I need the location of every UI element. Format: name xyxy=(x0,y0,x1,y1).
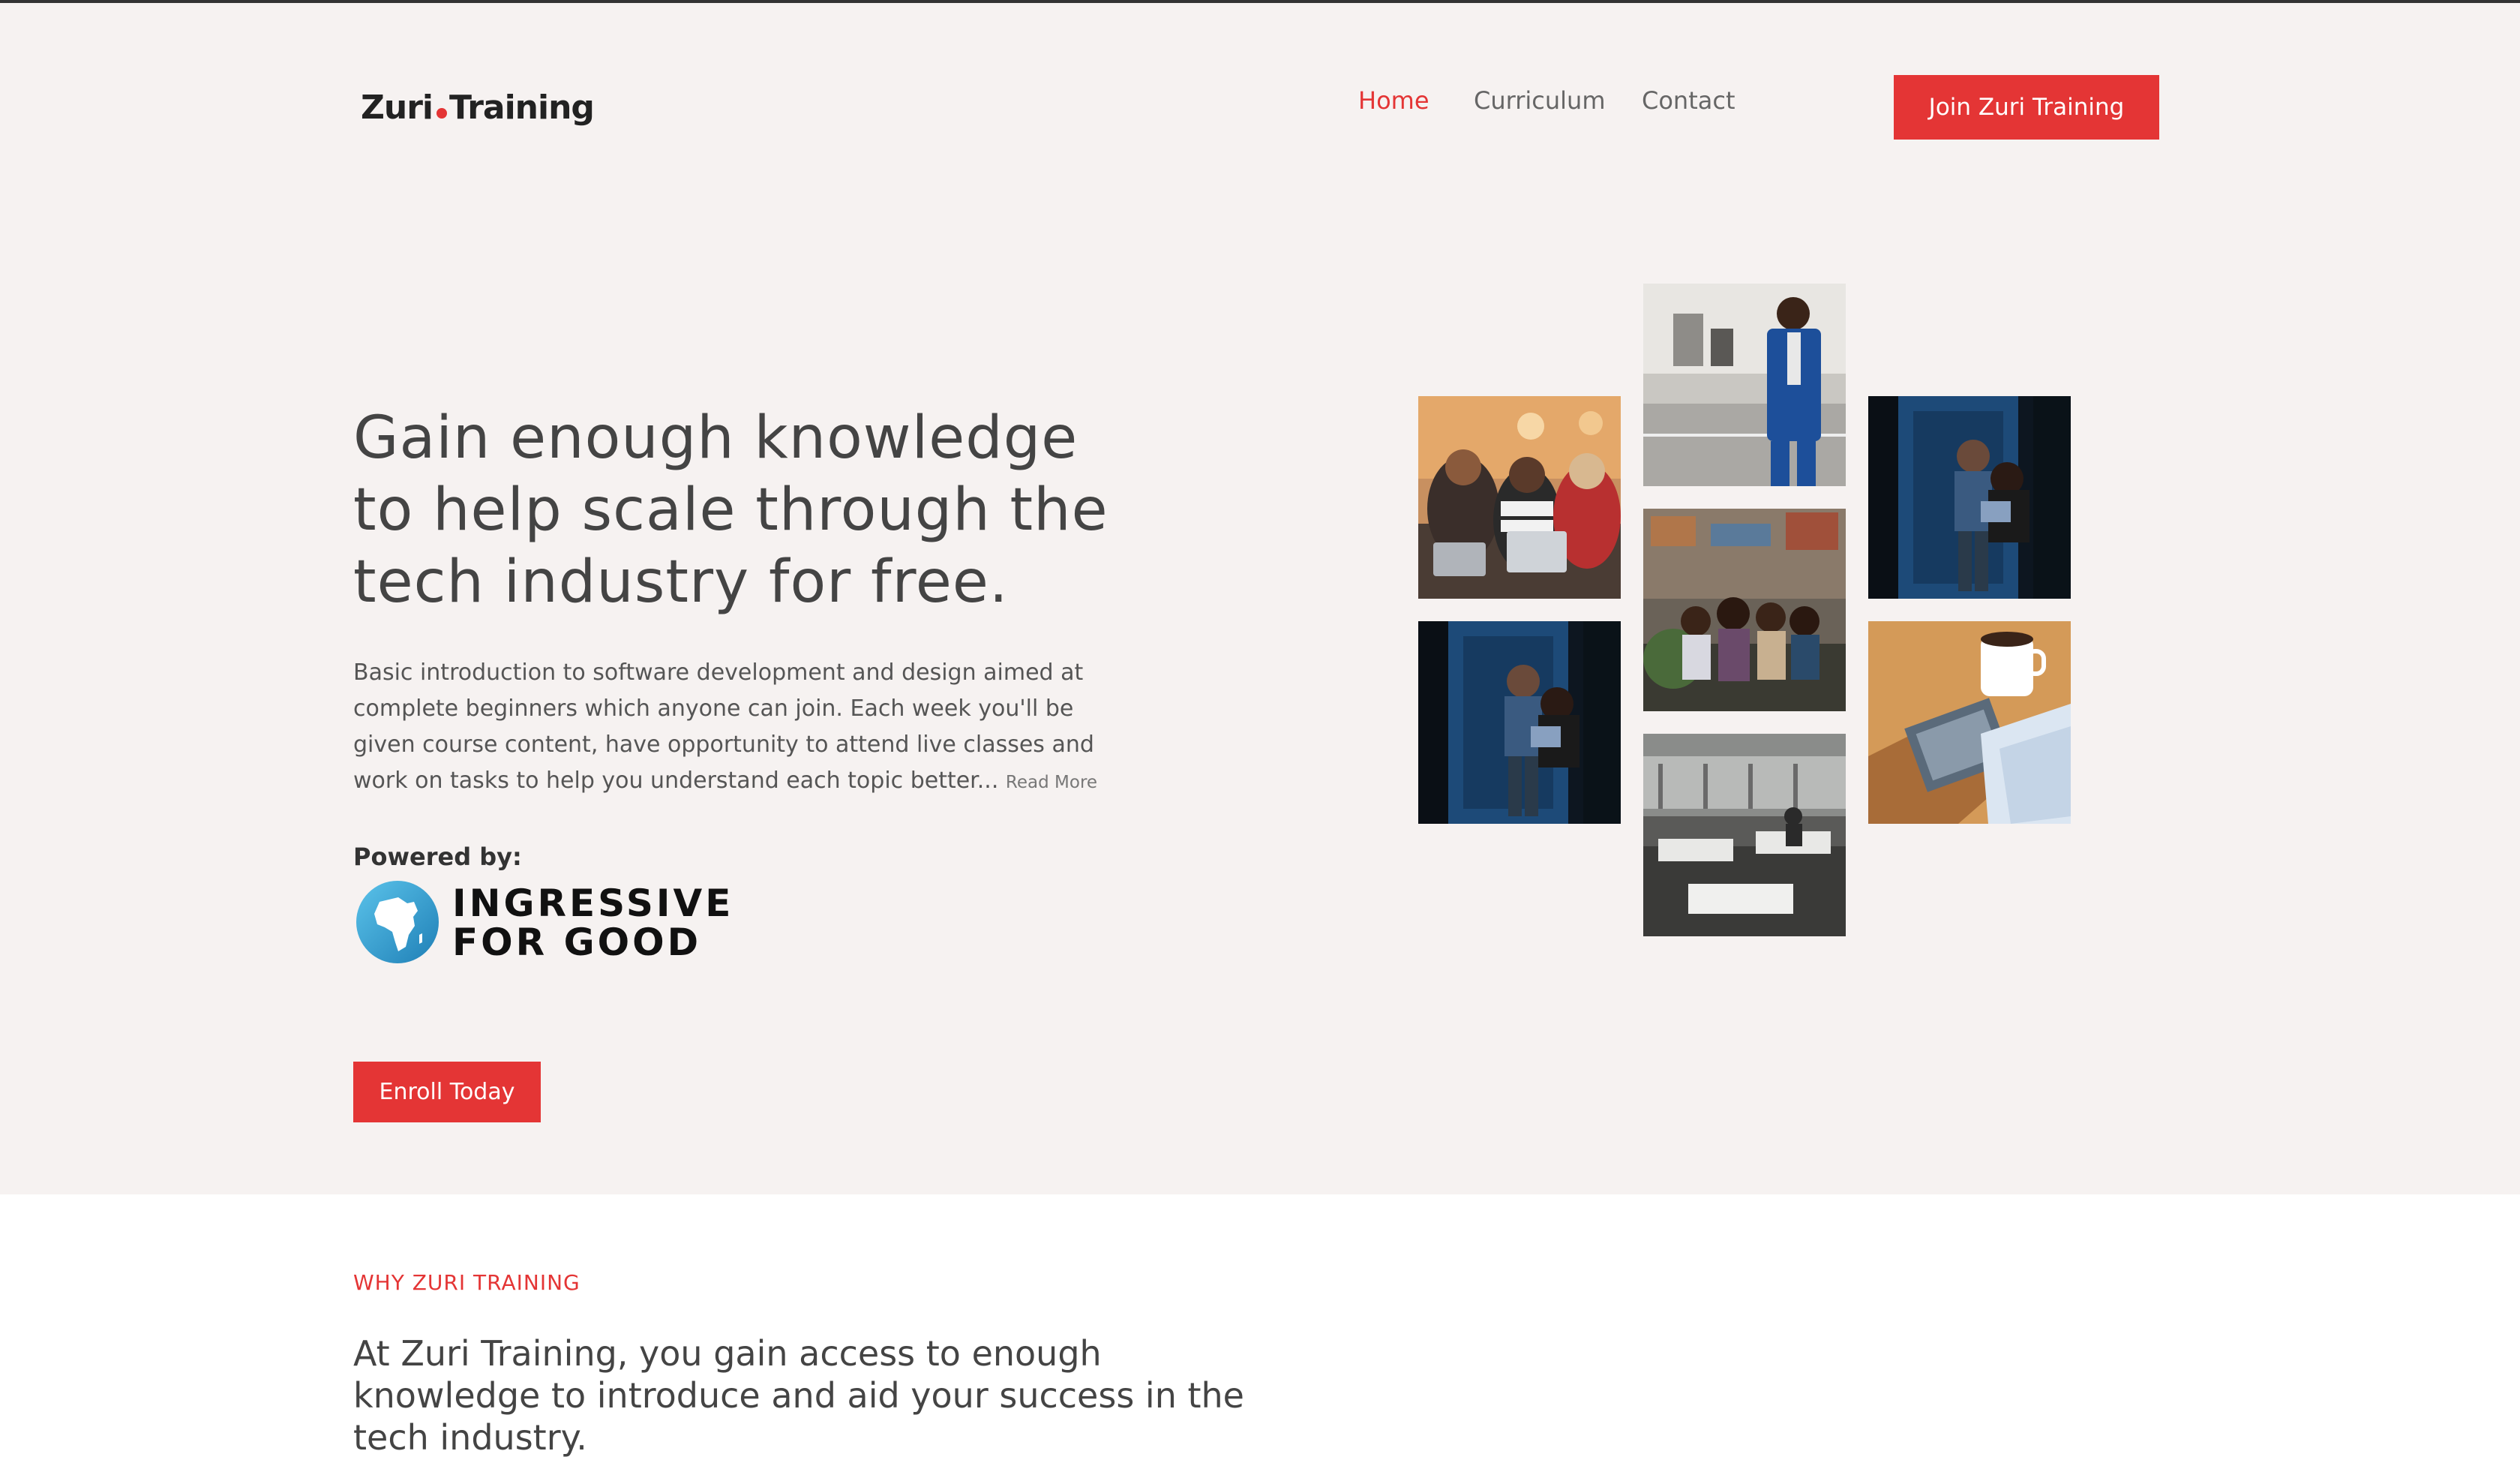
logo-text-right: Training xyxy=(449,89,595,127)
enroll-today-button[interactable]: Enroll Today xyxy=(353,1062,541,1122)
photo-students-laptops xyxy=(1418,396,1621,599)
nav-contact[interactable]: Contact xyxy=(1642,84,1736,117)
photo-coffee-reading xyxy=(1868,621,2071,824)
why-section-heading: At Zuri Training, you gain access to eno… xyxy=(353,1333,1244,1458)
photo-blue-door-2 xyxy=(1868,396,2071,599)
hero-description: Basic introduction to software developme… xyxy=(353,655,1111,801)
nav-home[interactable]: Home xyxy=(1358,84,1430,117)
photo-blue-door-1 xyxy=(1418,621,1621,824)
photo-office-desks xyxy=(1643,734,1846,936)
partner-name-line2: FOR GOOD xyxy=(452,921,702,964)
nav-curriculum[interactable]: Curriculum xyxy=(1474,84,1605,117)
logo-text-left: Zuri xyxy=(361,89,434,127)
africa-globe-icon xyxy=(356,881,439,963)
read-more-link[interactable]: Read More xyxy=(1006,773,1097,792)
logo-dot-icon xyxy=(436,108,448,119)
site-logo[interactable]: Zuri Training xyxy=(361,89,595,134)
partner-name: INGRESSIVE FOR GOOD xyxy=(452,884,734,962)
photo-man-blue-suit xyxy=(1643,284,1846,486)
why-section-label: WHY ZURI TRAINING xyxy=(353,1270,580,1295)
photo-group-mural xyxy=(1643,509,1846,711)
hero-title: Gain enough knowledge to help scale thro… xyxy=(353,404,1108,616)
join-zuri-training-button[interactable]: Join Zuri Training xyxy=(1894,75,2159,140)
powered-by-label: Powered by: xyxy=(353,843,522,871)
hero-description-text: Basic introduction to software developme… xyxy=(353,659,1094,794)
partner-name-line1: INGRESSIVE xyxy=(452,882,734,925)
ingressive-for-good-logo[interactable]: INGRESSIVE FOR GOOD xyxy=(353,876,730,968)
